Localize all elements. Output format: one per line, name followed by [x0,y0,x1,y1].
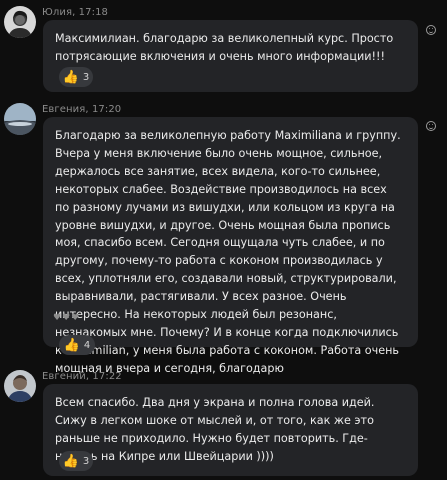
author-name[interactable]: Юлия [42,7,72,18]
message-meta: Евгения, 17:20 [42,104,122,115]
author-name[interactable]: Евгения [42,104,85,115]
timestamp: 17:18 [78,7,108,18]
message-meta: Юлия, 17:18 [42,7,108,18]
message-text: Благодарю за великолепную работу Maximil… [55,129,401,375]
thumbs-up-icon: 👍 [63,337,80,353]
timestamp: 17:20 [91,104,122,115]
reaction-button[interactable]: 👍 4 [59,335,95,355]
avatar-yulia[interactable] [4,6,36,38]
message-text: Всем спасибо. Два дня у экрана и полна г… [55,396,375,463]
message-bubble: Благодарю за великолепную работу Maximil… [43,117,418,375]
timestamp: 17:22 [92,371,122,382]
reaction-count: 3 [82,71,90,83]
author-name[interactable]: Евгений [42,371,86,382]
avatar-evgenia[interactable] [4,103,36,135]
reaction-button[interactable]: 👍 3 [59,67,93,87]
avatar-evgeny[interactable] [4,370,36,402]
hearts-emoji: ♥♥♥ [53,313,81,323]
add-reaction-icon[interactable] [426,121,436,131]
reaction-count: 3 [82,455,90,467]
message-text: Максимилиан. благодарю за великолепный к… [55,32,394,63]
add-reaction-icon[interactable] [426,25,436,35]
message-meta: Евгений, 17:22 [42,371,122,382]
message-bubble: Всем спасибо. Два дня у экрана и полна г… [43,384,418,476]
reaction-button[interactable]: 👍 3 [59,451,93,471]
thumbs-up-icon: 👍 [62,453,79,469]
message-bubble: Максимилиан. благодарю за великолепный к… [43,20,418,92]
thumbs-up-icon: 👍 [62,69,79,85]
reaction-count: 4 [83,339,91,351]
